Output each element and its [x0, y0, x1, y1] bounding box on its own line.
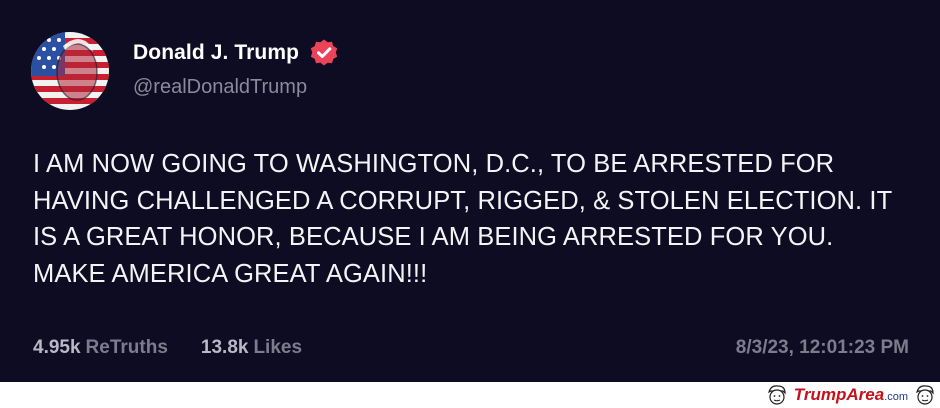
retruths-count: 4.95k	[33, 337, 81, 358]
author-handle[interactable]: @realDonaldTrump	[133, 76, 307, 99]
cartoon-face-icon	[914, 384, 936, 406]
verified-badge-icon	[309, 38, 339, 68]
author-name-row: Donald J. Trump	[133, 38, 339, 68]
likes-stat[interactable]: 13.8k Likes	[201, 337, 302, 359]
post-body-text: I AM NOW GOING TO WASHINGTON, D.C., TO B…	[33, 150, 892, 288]
truth-post-card: Donald J. Trump @realDonaldTrump I AM NO…	[0, 0, 940, 382]
retruths-label: ReTruths	[85, 337, 168, 358]
post-timestamp[interactable]: 8/3/23, 12:01:23 PM	[736, 337, 909, 359]
author-display-name[interactable]: Donald J. Trump	[133, 41, 299, 65]
likes-label: Likes	[253, 337, 303, 358]
avatar-image	[31, 32, 109, 110]
watermark-suffix: .com	[884, 391, 908, 403]
author-avatar[interactable]	[31, 32, 109, 110]
retruths-stat[interactable]: 4.95k ReTruths	[33, 337, 168, 359]
site-watermark: TrumpArea.com	[766, 384, 936, 406]
watermark-brand: TrumpArea	[793, 385, 885, 404]
post-stats: 4.95k ReTruths 13.8k Likes	[33, 337, 335, 359]
likes-count: 13.8k	[200, 337, 249, 358]
watermark-text: TrumpArea.com	[794, 385, 908, 405]
cartoon-face-icon	[766, 384, 788, 406]
